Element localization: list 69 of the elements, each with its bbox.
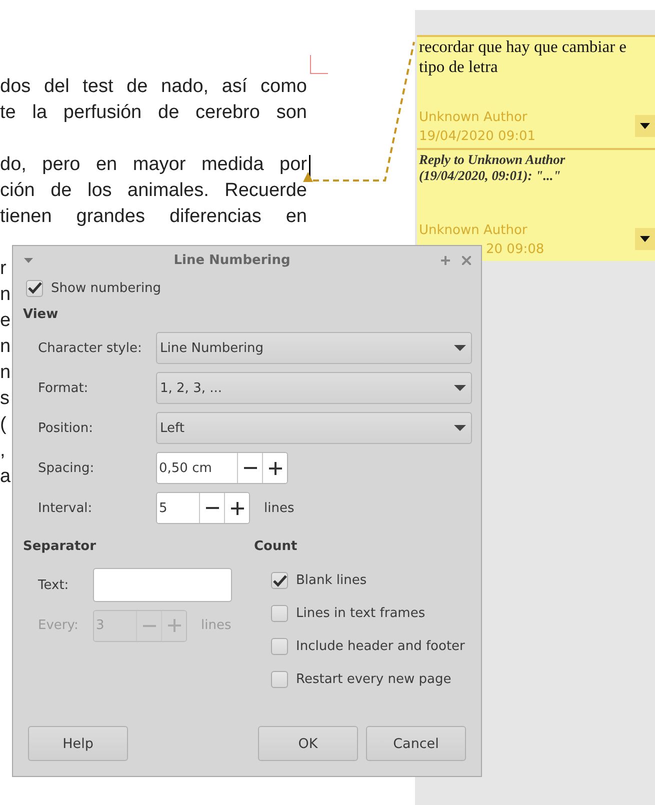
caret-icon (640, 236, 650, 242)
unit-label: lines (264, 500, 294, 516)
document-text-line: , (0, 439, 6, 463)
page-corner-mark (310, 54, 328, 74)
comment-menu-button[interactable] (635, 115, 655, 137)
checkbox[interactable] (271, 572, 288, 589)
dialog-button[interactable]: Help (28, 726, 128, 761)
field-label: Character style: (38, 340, 143, 356)
comment-date: 19/04/2020 09:01 (419, 128, 536, 146)
document-text-line: do, pero en mayor medida por (0, 153, 307, 177)
checkbox-label: Show numbering (51, 280, 162, 296)
comment-text: recordar que hay que cambiar e tipo de letra (419, 37, 628, 77)
document-text-line: n (0, 361, 11, 385)
field-label: Position: (38, 420, 94, 436)
increase-button[interactable] (262, 453, 287, 483)
field-label: Spacing: (38, 460, 96, 476)
input-field[interactable] (93, 568, 232, 602)
section-heading: Separator (23, 538, 97, 556)
checkbox[interactable] (26, 280, 43, 296)
checkbox[interactable] (271, 605, 288, 622)
caret-icon (454, 385, 466, 391)
document-text-line: tienen grandes diferencias en (0, 205, 307, 229)
checkbox-label: Include header and footer (296, 639, 465, 654)
checkbox-label: Restart every new page (296, 672, 452, 687)
checkbox[interactable] (271, 638, 288, 655)
plus-icon (230, 502, 244, 514)
checkbox-label: Lines in text frames (296, 606, 426, 621)
document-text-line: ( (0, 413, 6, 437)
caret-icon (640, 123, 650, 129)
minus-icon (244, 467, 256, 469)
field-label: Text: (38, 578, 70, 592)
document-text-line: ción de los animales. Recuerde (0, 179, 307, 203)
section-heading: Count (254, 538, 298, 556)
document-text-line: dos del test de nado, así como (0, 75, 307, 99)
section-heading: View (23, 306, 60, 324)
document-text-line: n (0, 283, 11, 307)
document-text-line: r (0, 257, 6, 281)
minus-icon (142, 624, 156, 626)
dropdown[interactable]: Left (156, 412, 472, 444)
dropdown[interactable]: Line Numbering (156, 332, 472, 364)
document-text-line: n (0, 335, 11, 359)
plus-icon (268, 462, 282, 474)
increase-button[interactable] (224, 493, 249, 523)
comment-menu-button[interactable] (635, 228, 655, 250)
checkbox[interactable] (271, 671, 288, 688)
plus-icon (168, 619, 180, 632)
dialog-title: Line Numbering (172, 252, 292, 268)
menu-caret-icon[interactable] (24, 258, 33, 262)
dropdown[interactable]: 1, 2, 3, ... (156, 372, 472, 404)
field-label: Every: (38, 618, 80, 633)
comment-text: Reply to Unknown Author (19/04/2020, 09:01): "..." (419, 151, 566, 184)
comment-date: 20 09:08 (485, 241, 544, 259)
dialog-button[interactable]: Cancel (366, 726, 466, 761)
caret-icon (454, 425, 466, 431)
field-label: Format: (38, 380, 90, 396)
field-label: Interval: (38, 500, 94, 516)
document-text-line: te la perfusión de cerebro son (0, 101, 307, 125)
comment-author: Unknown Author (419, 222, 528, 240)
minus-icon (206, 507, 218, 509)
document-text-line: e (0, 309, 11, 333)
comment-author: Unknown Author (419, 109, 528, 127)
caret-icon (454, 345, 466, 351)
dialog-button[interactable]: OK (258, 726, 358, 761)
document-text-line: a (0, 465, 11, 489)
close-icon[interactable] (462, 256, 471, 264)
maximize-icon[interactable] (441, 256, 450, 264)
checkbox-label: Blank lines (296, 573, 367, 588)
unit-label: lines (201, 618, 232, 633)
document-text-line: s (0, 387, 10, 411)
